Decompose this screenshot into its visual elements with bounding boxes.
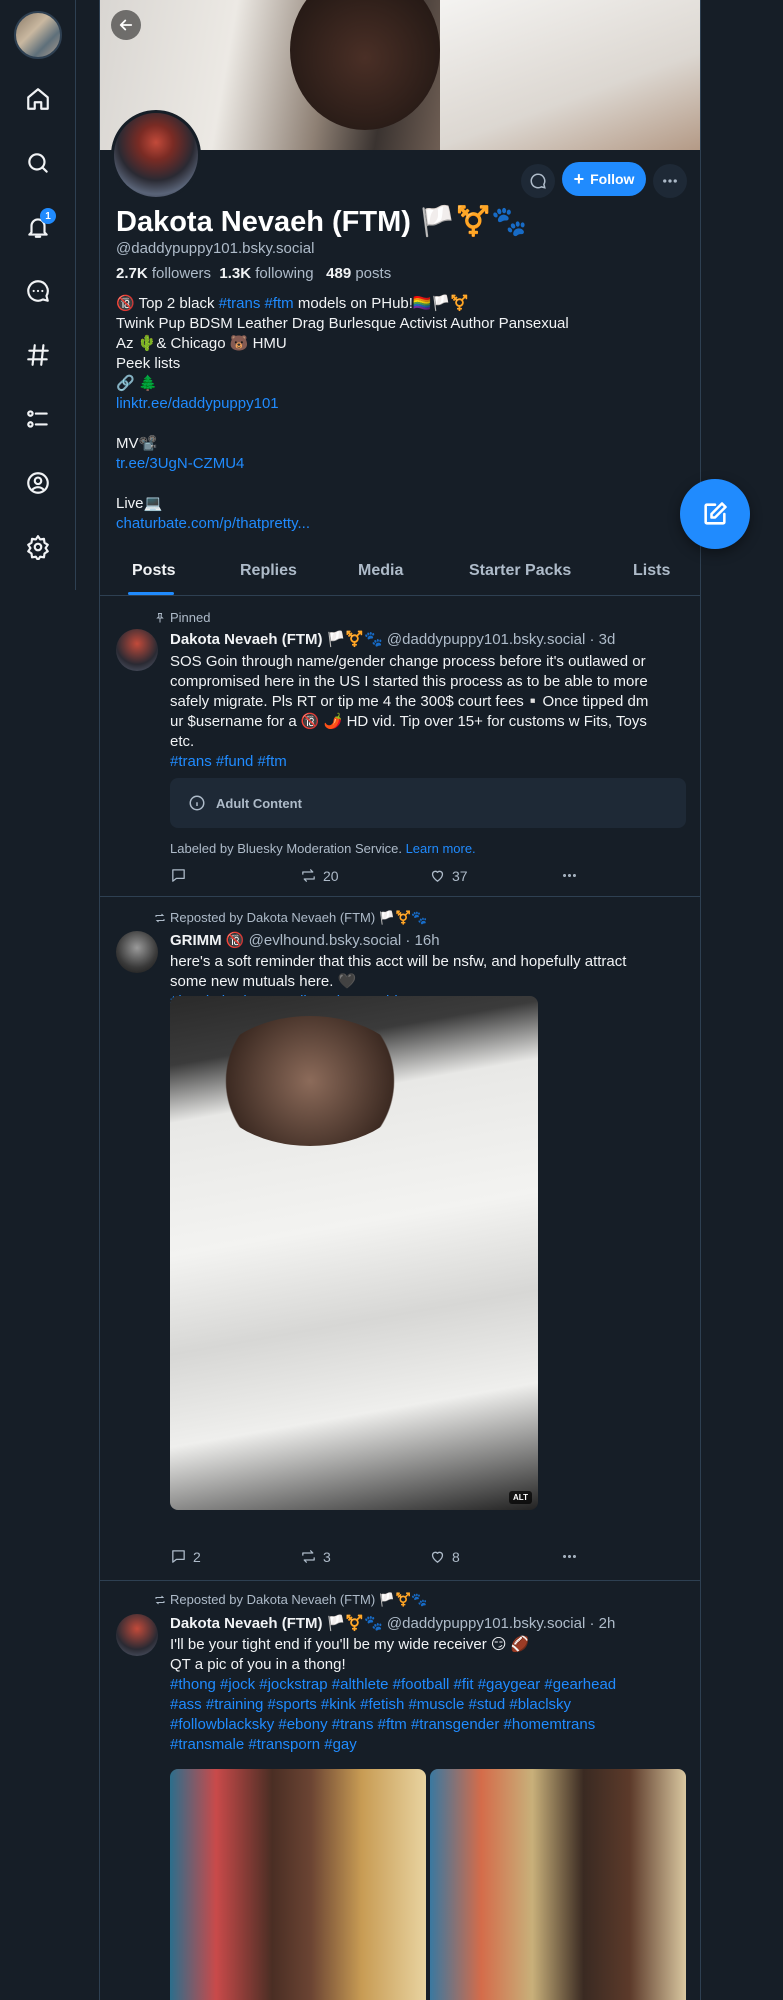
post-hashtags[interactable]: #ass #training #sports #kink #fetish #mu… [170, 1695, 680, 1715]
compose-pencil-icon [704, 502, 727, 525]
profile-handle: @daddypuppy101.bsky.social [116, 240, 315, 257]
profile-stats: 2.7K followers 1.3K following 489 posts [116, 265, 391, 282]
info-icon [189, 795, 205, 811]
learn-more-link[interactable]: Learn more. [406, 841, 476, 856]
post-hashtags[interactable]: #followblacksky #ebony #trans #ftm #tran… [170, 1715, 680, 1735]
post-more-button[interactable] [561, 867, 578, 884]
chat-icon[interactable] [22, 275, 54, 307]
follow-button[interactable]: + Follow [562, 162, 646, 196]
ellipsis-icon [663, 179, 677, 183]
post-image[interactable] [170, 1769, 426, 2000]
feed-post[interactable]: Reposted by Dakota Nevaeh (FTM) 🏳️⚧️🐾 Da… [100, 1582, 700, 2000]
pin-icon [156, 612, 164, 622]
following-stat[interactable]: 1.3K following [219, 265, 313, 282]
more-options-button[interactable] [653, 164, 687, 198]
back-button[interactable] [111, 10, 141, 40]
post-header[interactable]: Dakota Nevaeh (FTM) 🏳️⚧️🐾 @daddypuppy101… [170, 630, 615, 648]
hashtag-feeds-icon[interactable] [22, 339, 54, 371]
pinned-indicator: Pinned [154, 610, 210, 625]
notification-badge: 1 [40, 208, 56, 224]
post-text: SOS Goin through name/gender change proc… [170, 652, 680, 772]
post-hashtags[interactable]: #transmale #transporn #gay [170, 1735, 680, 1755]
followers-stat[interactable]: 2.7K followers [116, 265, 211, 282]
profile-main-column: + Follow Dakota Nevaeh (FTM) 🏳️⚧️🐾 @dadd… [99, 0, 701, 2000]
post-author-avatar[interactable] [116, 931, 158, 973]
reply-icon [172, 1550, 185, 1563]
reply-icon [172, 869, 185, 882]
bio-link-chaturbate[interactable]: chaturbate.com/p/thatpretty... [116, 515, 310, 532]
post-hashtags[interactable]: #trans #fund #ftm [170, 752, 680, 772]
profile-tabs: Posts Replies Media Starter Packs Lists [100, 552, 700, 596]
posts-stat: 489 posts [326, 265, 392, 282]
repost-icon [302, 869, 315, 882]
alt-text-badge[interactable]: ALT [509, 1491, 532, 1504]
compose-post-button[interactable] [680, 479, 750, 549]
post-image[interactable] [430, 1769, 686, 2000]
plus-icon: + [573, 169, 585, 189]
tab-starter-packs[interactable]: Starter Packs [469, 562, 571, 580]
home-icon[interactable] [22, 83, 54, 115]
post-actions: 20 37 [170, 867, 590, 887]
banner-sky-area [440, 0, 700, 150]
repost-button[interactable]: 20 [300, 867, 339, 884]
post-hashtags[interactable]: #thong #jock #jockstrap #althlete #footb… [170, 1675, 680, 1695]
post-text: I'll be your tight end if you'll be my w… [170, 1635, 680, 1755]
tab-replies[interactable]: Replies [240, 562, 297, 580]
post-image[interactable]: ALT [170, 996, 538, 1510]
like-button[interactable]: 8 [429, 1548, 460, 1565]
repost-indicator: Reposted by Dakota Nevaeh (FTM) 🏳️⚧️🐾 [154, 910, 427, 926]
reply-button[interactable]: 2 [170, 1548, 201, 1565]
banner-subject [290, 0, 440, 130]
follow-label: Follow [590, 171, 635, 187]
settings-gear-icon[interactable] [22, 531, 54, 563]
ellipsis-icon [563, 1555, 576, 1558]
feed-post[interactable]: Reposted by Dakota Nevaeh (FTM) 🏳️⚧️🐾 GR… [100, 898, 700, 1581]
lists-icon[interactable] [22, 403, 54, 435]
repost-icon [155, 1595, 165, 1605]
chat-bubble-icon [530, 173, 546, 189]
heart-icon [431, 870, 444, 882]
hashtag-link[interactable]: #ftm [265, 295, 294, 312]
arrow-left-icon [119, 19, 133, 31]
repost-button[interactable]: 3 [300, 1548, 331, 1565]
active-tab-indicator [128, 592, 174, 595]
hashtag-link[interactable]: #trans [219, 295, 261, 312]
post-header[interactable]: Dakota Nevaeh (FTM) 🏳️⚧️🐾 @daddypuppy101… [170, 1614, 615, 1632]
message-button[interactable] [521, 164, 555, 198]
bio-link-linktree[interactable]: linktr.ee/daddypuppy101 [116, 395, 279, 412]
moderation-label: Labeled by Bluesky Moderation Service. L… [170, 841, 476, 856]
post-author-avatar[interactable] [116, 629, 158, 671]
post-image-gallery [170, 1769, 686, 2000]
search-icon[interactable] [22, 147, 54, 179]
heart-icon [431, 1551, 444, 1563]
repost-icon [155, 913, 165, 923]
profile-avatar[interactable] [111, 110, 201, 200]
post-author-avatar[interactable] [116, 1614, 158, 1656]
profile-display-name: Dakota Nevaeh (FTM) 🏳️⚧️🐾 [116, 206, 528, 238]
adult-content-warning[interactable]: Adult Content [170, 778, 686, 828]
account-avatar[interactable] [14, 11, 62, 59]
feed-post[interactable]: Pinned Dakota Nevaeh (FTM) 🏳️⚧️🐾 @daddyp… [100, 597, 700, 897]
repost-indicator: Reposted by Dakota Nevaeh (FTM) 🏳️⚧️🐾 [154, 1592, 427, 1608]
profile-bio: 🔞 Top 2 black #trans #ftm models on PHub… [116, 295, 569, 532]
repost-icon [302, 1550, 315, 1563]
tab-lists[interactable]: Lists [633, 562, 670, 580]
image-subject [210, 1016, 410, 1146]
tab-posts[interactable]: Posts [132, 562, 176, 580]
reply-button[interactable] [170, 867, 193, 884]
like-button[interactable]: 37 [429, 867, 468, 884]
post-header[interactable]: GRIMM 🔞 @evlhound.bsky.social · 16h [170, 931, 440, 949]
bio-link-tree[interactable]: tr.ee/3UgN-CZMU4 [116, 455, 244, 472]
profile-icon[interactable] [22, 467, 54, 499]
left-sidebar: 1 [0, 0, 76, 590]
notifications-icon[interactable]: 1 [22, 208, 56, 243]
tab-media[interactable]: Media [358, 562, 403, 580]
ellipsis-icon [563, 874, 576, 877]
post-more-button[interactable] [561, 1548, 578, 1565]
post-actions: 2 3 8 [170, 1548, 590, 1568]
